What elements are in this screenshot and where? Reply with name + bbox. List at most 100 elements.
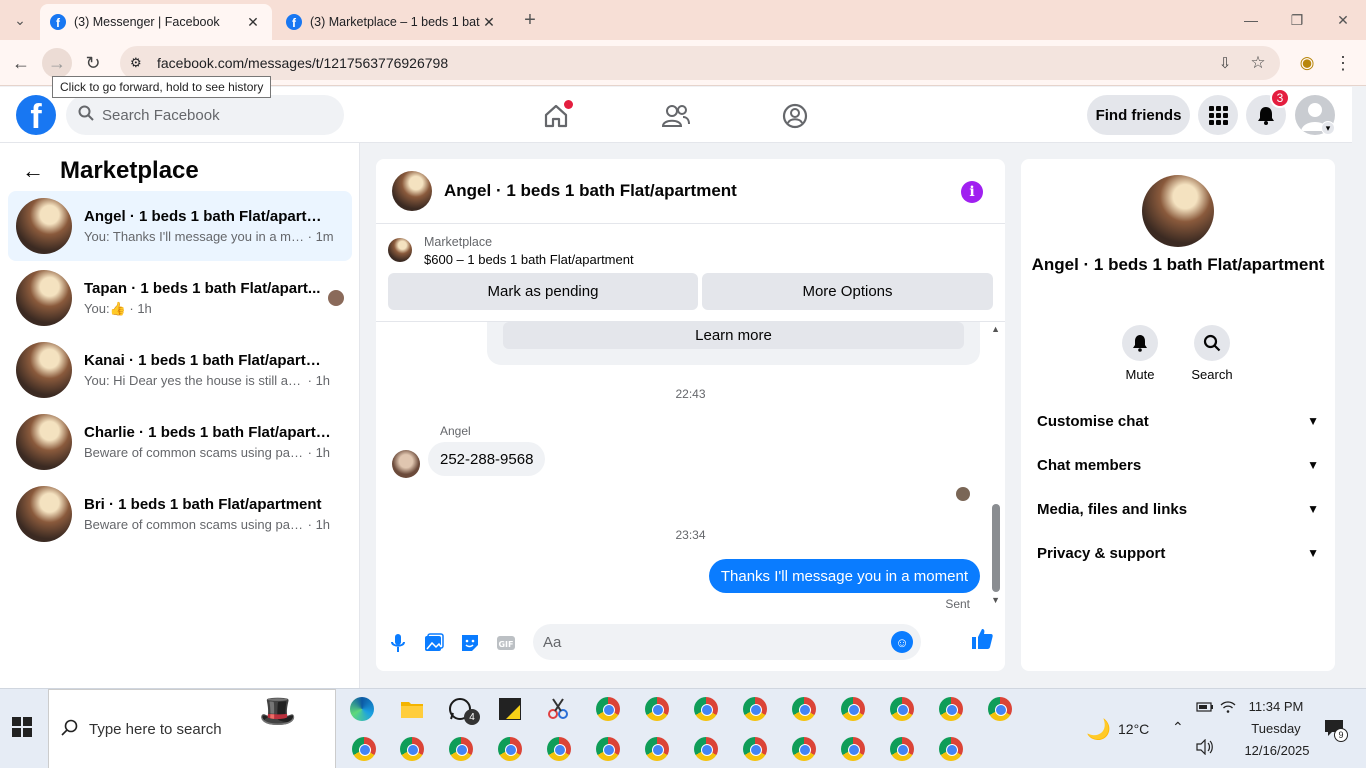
sticker-icon[interactable] [458, 631, 482, 655]
menu-icon[interactable]: ⋮ [1328, 48, 1358, 78]
volume-icon[interactable] [1196, 738, 1214, 758]
home-icon[interactable] [539, 99, 573, 133]
weather-moon-icon[interactable]: 🌙 [1086, 717, 1111, 742]
friends-icon[interactable] [659, 99, 693, 133]
url-bar[interactable]: ⚙ facebook.com/messages/t/12175637769267… [120, 46, 1280, 80]
clock-time[interactable]: 11:34 PM [1248, 699, 1304, 714]
forward-button[interactable]: → [42, 48, 72, 78]
chrome-app-icon[interactable] [790, 735, 818, 763]
sticky-notes-icon[interactable] [496, 695, 524, 723]
thumbs-up-send-icon[interactable] [970, 627, 994, 651]
incoming-message[interactable]: 252-288-9568 [428, 442, 546, 476]
chrome-app-icon[interactable] [643, 695, 671, 723]
scroll-up-arrow-icon[interactable]: ▲ [991, 324, 1000, 334]
chrome-app-icon[interactable] [839, 695, 867, 723]
photo-icon[interactable] [422, 631, 446, 655]
tab-messenger[interactable]: f (3) Messenger | Facebook ✕ [40, 4, 272, 40]
conversation-item-angel[interactable]: Angel · 1 beds 1 bath Flat/apartment You… [8, 191, 352, 261]
clock-date[interactable]: 12/16/2025 [1244, 743, 1310, 758]
search-chat-button[interactable]: Search [1182, 325, 1242, 382]
clock-day[interactable]: Tuesday [1248, 721, 1304, 736]
windows-start-icon[interactable] [12, 717, 32, 737]
close-tab-icon[interactable]: ✕ [480, 14, 498, 31]
chrome-app-icon[interactable] [447, 735, 475, 763]
close-tab-icon[interactable]: ✕ [244, 14, 262, 31]
taskbar-search-input[interactable]: Type here to search 🎩 [48, 689, 336, 768]
page-scrollbar[interactable] [1352, 87, 1366, 688]
message-scrollbar[interactable] [992, 504, 1000, 592]
scroll-down-arrow-icon[interactable]: ▼ [991, 595, 1000, 605]
media-files-links-section[interactable]: Media, files and links ▼ [1037, 487, 1319, 531]
close-window-button[interactable]: ✕ [1320, 0, 1366, 40]
conversation-item-tapan[interactable]: Tapan · 1 beds 1 bath Flat/apart... You:… [8, 263, 352, 333]
find-friends-button[interactable]: Find friends [1087, 95, 1190, 135]
mute-button[interactable]: Mute [1110, 325, 1170, 382]
chrome-app-icon[interactable] [839, 735, 867, 763]
wifi-icon[interactable] [1220, 699, 1236, 718]
contact-avatar[interactable] [1142, 175, 1214, 247]
back-arrow-icon[interactable]: ← [22, 158, 44, 184]
battery-icon[interactable] [1196, 701, 1214, 716]
menu-grid-icon[interactable] [1198, 95, 1238, 135]
chrome-app-icon[interactable] [692, 695, 720, 723]
profile-icon[interactable]: ◉ [1292, 48, 1322, 78]
sender-avatar[interactable] [392, 450, 420, 478]
groups-icon[interactable] [778, 99, 812, 133]
chrome-app-icon[interactable] [398, 735, 426, 763]
site-info-icon[interactable]: ⚙ [130, 55, 142, 71]
conversation-item-kanai[interactable]: Kanai · 1 beds 1 bath Flat/apartment You… [8, 335, 352, 405]
snipping-tool-icon[interactable] [544, 695, 572, 723]
privacy-support-section[interactable]: Privacy & support ▼ [1037, 531, 1319, 575]
account-chevron-down-icon[interactable]: ▾ [1321, 121, 1335, 135]
chrome-app-icon[interactable] [643, 735, 671, 763]
message-input[interactable]: Aa ☺ [533, 624, 921, 660]
tab-marketplace[interactable]: f (3) Marketplace – 1 beds 1 bath Flat/a… [276, 4, 508, 40]
chrome-app-icon[interactable] [986, 695, 1014, 723]
more-options-button[interactable]: More Options [702, 273, 993, 310]
tab-search-icon[interactable]: ⌄ [0, 0, 40, 40]
weather-temperature[interactable]: 12°C [1118, 721, 1149, 737]
restore-button[interactable]: ❐ [1274, 0, 1320, 40]
file-explorer-icon[interactable] [398, 695, 426, 723]
chrome-app-icon[interactable] [594, 695, 622, 723]
emoji-icon[interactable]: ☺ [891, 631, 913, 653]
install-app-icon[interactable]: ⇩ [1210, 48, 1240, 78]
outgoing-message[interactable]: Thanks I'll message you in a moment [708, 559, 980, 593]
show-hidden-icons-chevron-up-icon[interactable]: ⌃ [1172, 719, 1184, 736]
facebook-search-input[interactable]: Search Facebook [66, 95, 344, 135]
customise-chat-section[interactable]: Customise chat ▼ [1037, 399, 1319, 443]
microphone-icon[interactable] [386, 631, 410, 655]
chat-avatar[interactable] [392, 171, 432, 211]
chat-members-section[interactable]: Chat members ▼ [1037, 443, 1319, 487]
whatsapp-icon[interactable]: 4 [446, 695, 480, 725]
minimize-button[interactable]: — [1228, 0, 1274, 40]
bookmark-star-icon[interactable]: ☆ [1243, 48, 1273, 78]
chrome-app-icon[interactable] [350, 735, 378, 763]
chrome-app-icon[interactable] [594, 735, 622, 763]
chrome-app-icon[interactable] [937, 735, 965, 763]
mark-as-pending-button[interactable]: Mark as pending [388, 273, 698, 310]
new-tab-button[interactable]: + [512, 0, 548, 40]
chrome-app-icon[interactable] [888, 695, 916, 723]
gif-icon[interactable]: GIF [494, 631, 518, 655]
chrome-app-icon[interactable] [545, 735, 573, 763]
chrome-app-icon[interactable] [741, 695, 769, 723]
conversation-item-charlie[interactable]: Charlie · 1 beds 1 bath Flat/apartm... B… [8, 407, 352, 477]
facebook-logo-icon[interactable]: f [16, 95, 56, 135]
chrome-app-icon[interactable] [888, 735, 916, 763]
learn-more-button[interactable]: Learn more [503, 322, 964, 349]
conversation-name: Angel · 1 beds 1 bath Flat/apartment [84, 208, 334, 225]
info-icon[interactable]: i [961, 181, 983, 203]
reload-button[interactable]: ↻ [78, 48, 108, 78]
chrome-app-icon[interactable] [790, 695, 818, 723]
chrome-app-icon[interactable] [741, 735, 769, 763]
chat-title[interactable]: Angel · 1 beds 1 bath Flat/apartment [444, 181, 737, 201]
chrome-app-icon[interactable] [937, 695, 965, 723]
back-button[interactable]: ← [6, 48, 36, 78]
conversation-item-bri[interactable]: Bri · 1 beds 1 bath Flat/apartment Bewar… [8, 479, 352, 549]
chrome-app-icon[interactable] [496, 735, 524, 763]
chrome-app-icon[interactable] [692, 735, 720, 763]
action-center-icon[interactable]: 9 [1324, 719, 1348, 742]
listing-summary[interactable]: Marketplace $600 – 1 beds 1 bath Flat/ap… [388, 235, 634, 267]
edge-app-icon[interactable] [348, 695, 376, 723]
